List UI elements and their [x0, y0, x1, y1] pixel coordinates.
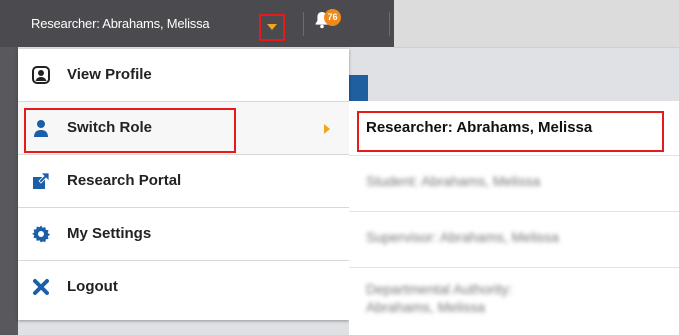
role-option-label: Departmental Authority: — [366, 281, 513, 297]
menu-item-my-settings[interactable]: My Settings — [18, 208, 349, 261]
gear-icon — [32, 225, 50, 243]
top-bar-background — [394, 0, 679, 48]
caret-down-icon — [267, 24, 277, 30]
close-icon — [33, 279, 49, 295]
divider — [389, 12, 390, 36]
menu-item-research-portal[interactable]: Research Portal — [18, 155, 349, 208]
role-option-supervisor[interactable]: Supervisor: Abrahams, Melissa — [349, 213, 679, 268]
menu-item-view-profile[interactable]: View Profile — [18, 49, 349, 102]
switch-role-highlight — [24, 108, 236, 153]
top-bar: Researcher: Abrahams, Melissa 76 — [0, 0, 394, 47]
menu-item-label: View Profile — [67, 66, 152, 83]
menu-item-logout[interactable]: Logout — [18, 261, 349, 314]
chevron-right-icon — [324, 124, 330, 134]
user-dropdown-menu: View Profile Switch Role Research Portal… — [18, 49, 349, 320]
divider — [303, 12, 304, 36]
menu-item-label: Logout — [67, 278, 118, 295]
external-link-icon — [33, 172, 50, 189]
researcher-role-highlight — [357, 111, 664, 152]
user-circle-icon — [32, 66, 50, 84]
menu-item-label: My Settings — [67, 225, 152, 242]
current-role-label[interactable]: Researcher: Abrahams, Melissa — [31, 16, 210, 31]
page-sidebar — [0, 47, 18, 335]
notification-badge: 76 — [324, 9, 341, 26]
role-option-label-line2: Abrahams, Melissa — [366, 299, 486, 315]
role-option-label: Supervisor: Abrahams, Melissa — [366, 229, 559, 245]
role-option-student[interactable]: Student: Abrahams, Melissa — [349, 157, 679, 212]
role-option-departmental-authority[interactable]: Departmental Authority: Abrahams, Meliss… — [349, 269, 679, 335]
menu-item-label: Research Portal — [67, 172, 182, 189]
role-dropdown-toggle[interactable] — [259, 14, 285, 41]
role-option-label: Student: Abrahams, Melissa — [366, 173, 541, 189]
